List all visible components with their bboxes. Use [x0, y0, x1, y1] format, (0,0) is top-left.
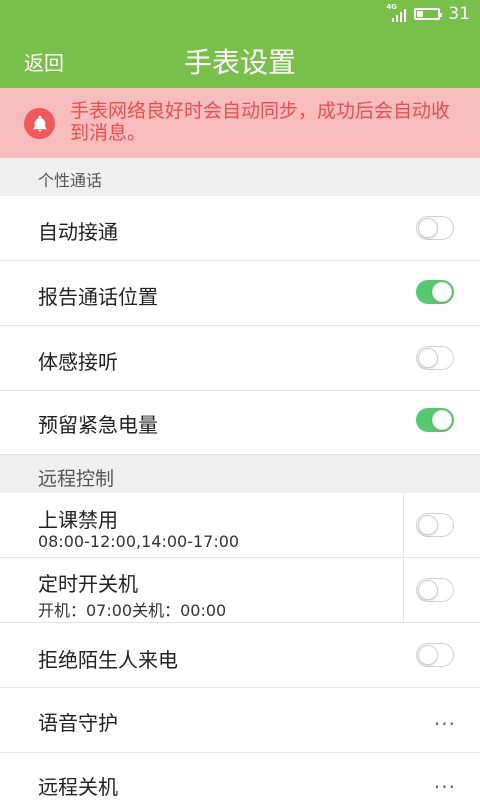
- reserve-emergency-battery-toggle[interactable]: [416, 408, 454, 432]
- battery-level-text: 31: [448, 4, 470, 24]
- battery-icon: [414, 8, 443, 20]
- class-mode-toggle[interactable]: [416, 513, 454, 537]
- cellular-signal-icon: 4G: [386, 3, 407, 23]
- status-bar: 4G 31: [0, 0, 480, 31]
- setting-label-reject-stranger-calls: 拒绝陌生人来电: [38, 648, 178, 672]
- setting-row-report-call-location[interactable]: 报告通话位置: [0, 261, 480, 326]
- report-call-location-toggle[interactable]: [416, 280, 454, 304]
- setting-row-auto-answer[interactable]: 自动接通: [0, 196, 480, 261]
- motion-answer-toggle[interactable]: [416, 346, 454, 370]
- reject-stranger-calls-toggle[interactable]: [416, 643, 454, 667]
- auto-answer-toggle[interactable]: [416, 216, 454, 240]
- section-header-personal-call: 个性通话: [0, 158, 480, 196]
- more-icon[interactable]: ...: [434, 769, 456, 793]
- section-title-remote-control: 远程控制: [38, 468, 115, 490]
- section-header-remote-control: 远程控制: [0, 455, 480, 493]
- setting-row-reject-stranger-calls[interactable]: 拒绝陌生人来电: [0, 623, 480, 688]
- row-divider: [403, 493, 404, 558]
- bell-icon: [24, 108, 55, 139]
- setting-label-voice-guard: 语音守护: [38, 711, 118, 735]
- setting-row-motion-answer[interactable]: 体感接听: [0, 326, 480, 391]
- setting-subtitle-class-mode: 08:00-12:00,14:00-17:00: [38, 532, 240, 551]
- setting-label-scheduled-power: 定时开关机: [38, 572, 138, 596]
- setting-label-class-mode: 上课禁用: [38, 508, 118, 532]
- setting-subtitle-scheduled-power: 开机：07:00关机：00:00: [38, 601, 227, 620]
- setting-label-reserve-emergency-battery: 预留紧急电量: [38, 413, 158, 437]
- section-title-personal-call: 个性通话: [38, 171, 103, 190]
- setting-row-voice-guard[interactable]: 语音守护 ...: [0, 688, 480, 753]
- title-bar: 返回 手表设置: [0, 31, 480, 88]
- status-indicators: 4G 31: [386, 3, 470, 24]
- remote-control-list: 上课禁用 08:00-12:00,14:00-17:00 定时开关机 开机：07…: [0, 493, 480, 800]
- notice-text: 手表网络良好时会自动同步，成功后会自动收到消息。: [70, 100, 451, 144]
- setting-row-scheduled-power[interactable]: 定时开关机 开机：07:00关机：00:00: [0, 558, 480, 623]
- setting-row-reserve-emergency-battery[interactable]: 预留紧急电量: [0, 391, 480, 455]
- more-icon[interactable]: ...: [434, 706, 456, 730]
- setting-label-auto-answer: 自动接通: [38, 220, 118, 244]
- setting-label-remote-shutdown: 远程关机: [38, 775, 118, 799]
- setting-row-remote-shutdown[interactable]: 远程关机 ...: [0, 753, 480, 800]
- setting-row-class-mode[interactable]: 上课禁用 08:00-12:00,14:00-17:00: [0, 493, 480, 558]
- page-title: 手表设置: [183, 46, 296, 79]
- row-divider: [403, 558, 404, 623]
- sync-notice-banner: 手表网络良好时会自动同步，成功后会自动收到消息。: [0, 88, 480, 158]
- scheduled-power-toggle[interactable]: [416, 578, 454, 602]
- personal-call-list: 自动接通 报告通话位置 体感接听 预留紧急电量: [0, 196, 480, 455]
- setting-label-report-call-location: 报告通话位置: [38, 285, 158, 309]
- setting-label-motion-answer: 体感接听: [38, 350, 118, 374]
